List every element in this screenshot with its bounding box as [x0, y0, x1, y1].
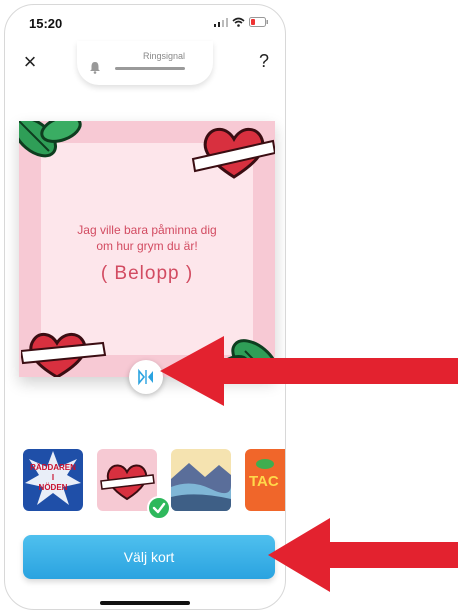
red-arrow-flip-annotation	[160, 336, 458, 406]
card-message-line2: om hur grym du är!	[96, 239, 198, 253]
check-icon	[152, 502, 166, 514]
card-thumbnail[interactable]: TAC	[245, 449, 285, 511]
ringtone-progress	[115, 67, 185, 70]
bell-icon	[90, 62, 100, 74]
choose-card-button[interactable]: Välj kort	[23, 535, 275, 579]
selected-check-badge	[147, 496, 171, 520]
heart-banner-top-right-illustration	[191, 127, 275, 179]
card-thumbnail[interactable]: RÄDDAREN I NÖDEN	[23, 449, 83, 511]
thumbnail-text-line1: RÄDDAREN	[30, 463, 76, 472]
red-arrow-cta-annotation	[268, 518, 458, 592]
flip-card-button[interactable]	[129, 360, 163, 394]
ringtone-label: Ringsignal	[142, 51, 186, 61]
ringtone-pill[interactable]: Ringsignal	[77, 41, 213, 85]
wifi-icon	[232, 17, 245, 27]
landscape-illustration	[171, 449, 231, 511]
thumbnail-text: TAC	[249, 473, 279, 490]
signal-icon	[214, 18, 228, 27]
thumbnail-text: RÄDDAREN I NÖDEN	[23, 463, 83, 493]
thumbnail-text-line3: NÖDEN	[38, 483, 68, 492]
close-button[interactable]: ×	[19, 51, 41, 73]
status-icons	[214, 17, 269, 27]
leaf-illustration	[256, 459, 274, 469]
battery-icon	[249, 17, 268, 27]
status-time: 15:20	[29, 16, 63, 31]
phone-screen: 15:20 × Ringsignal ? Jag ville bara påmi…	[4, 4, 286, 610]
card-message-line1: Jag ville bara påminna dig	[77, 223, 217, 237]
leaves-top-left-illustration	[19, 121, 82, 158]
heart-banner-bottom-left-illustration	[21, 333, 107, 377]
flip-icon	[138, 368, 153, 386]
status-bar: 15:20	[5, 5, 285, 39]
help-button[interactable]: ?	[255, 51, 273, 72]
thumbnail-text-line2: I	[51, 473, 55, 482]
card-amount: ( Belopp )	[100, 263, 194, 284]
home-indicator	[100, 601, 190, 605]
card-thumbnail[interactable]	[171, 449, 231, 511]
top-bar: × Ringsignal ?	[5, 39, 285, 89]
